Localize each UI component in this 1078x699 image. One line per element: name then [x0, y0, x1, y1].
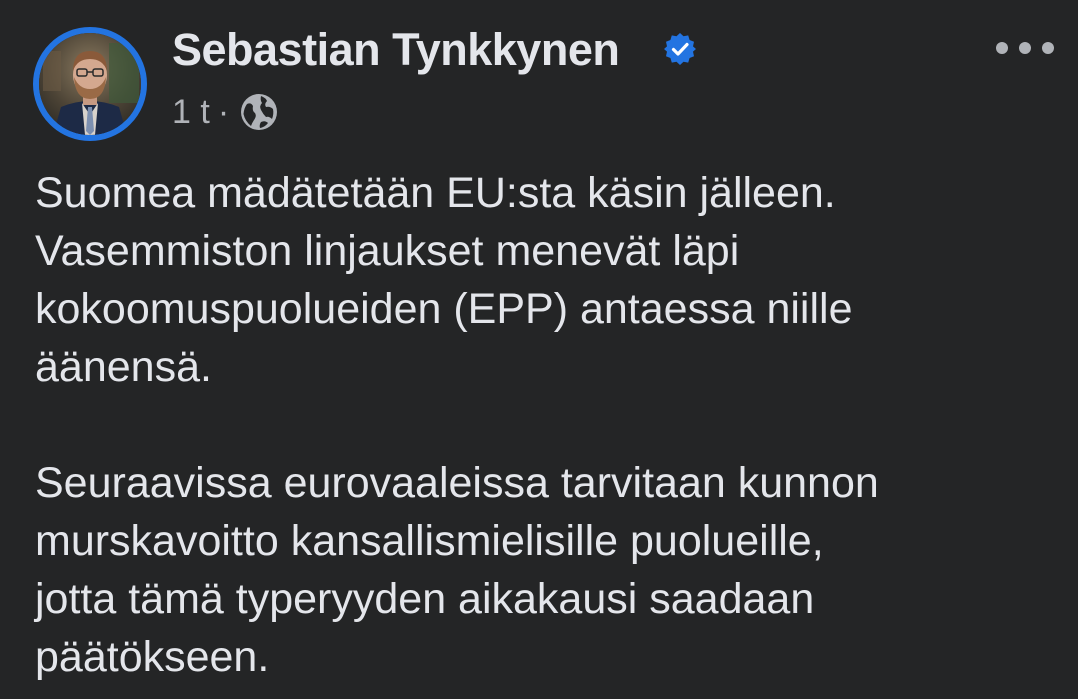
text-line: Suomea mädätetään EU:sta käsin jälleen. — [35, 169, 836, 217]
text-line: päätökseen. — [35, 633, 270, 681]
avatar[interactable] — [33, 27, 147, 141]
post-paragraph: Suomea mädätetään EU:sta käsin jälleen. … — [35, 164, 1055, 396]
facebook-post: Sebastian Tynkkynen 1 t · Suomea mädätet… — [0, 0, 1078, 699]
more-dot — [1019, 42, 1031, 54]
text-line: äänensä. — [35, 343, 212, 391]
post-meta: 1 t · — [172, 90, 279, 134]
more-options-icon[interactable] — [996, 36, 1054, 60]
post-paragraph: Seuraavissa eurovaaleissa tarvitaan kunn… — [35, 454, 1055, 686]
text-line: Vasemmiston linjaukset menevät läpi — [35, 227, 740, 275]
post-time[interactable]: 1 t — [172, 93, 210, 132]
more-dot — [996, 42, 1008, 54]
text-line: Seuraavissa eurovaaleissa tarvitaan kunn… — [35, 459, 879, 507]
text-line: murskavoitto kansallismielisille puoluei… — [35, 517, 824, 565]
post-text: Suomea mädätetään EU:sta käsin jälleen. … — [35, 164, 1055, 686]
text-line: kokoomuspuolueiden (EPP) antaessa niille — [35, 285, 853, 333]
meta-separator: · — [217, 92, 230, 131]
author-name[interactable]: Sebastian Tynkkynen — [172, 24, 620, 76]
profile-photo — [39, 33, 141, 135]
text-line: jotta tämä typeryyden aikakausi saadaan — [35, 575, 815, 623]
more-dot — [1042, 42, 1054, 54]
verified-badge-icon — [664, 33, 696, 65]
globe-icon[interactable] — [239, 92, 279, 132]
